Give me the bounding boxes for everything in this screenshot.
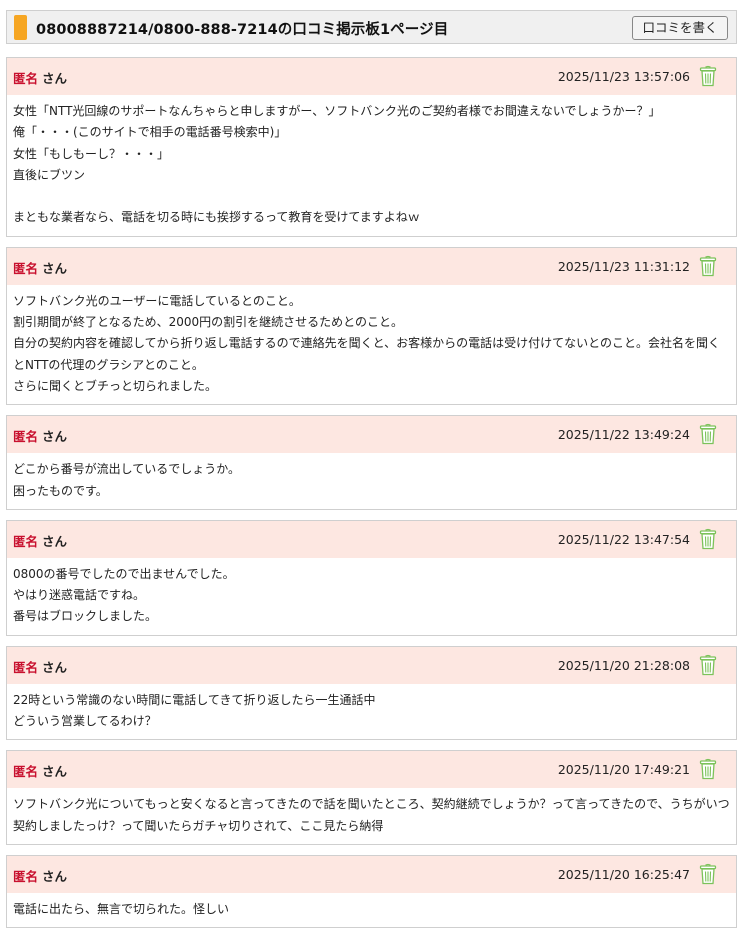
- post-text-line: やはり迷惑電話ですね。: [13, 585, 730, 606]
- post-item: 匿名 さん 2025/11/22 13:47:54 0800の番号でしたので出ま…: [6, 520, 737, 636]
- trash-icon[interactable]: [699, 863, 717, 885]
- post-item: 匿名 さん 2025/11/22 13:49:24 どこから番号が流出しているで…: [6, 415, 737, 510]
- post-text-line: 女性「NTT光回線のサポートなんちゃらと申しますがー、ソフトバンク光のご契約者様…: [13, 101, 730, 122]
- post-list: 匿名 さん 2025/11/23 13:57:06 女性「NTT光回線のサポート…: [6, 57, 737, 938]
- post-text-line: さらに聞くとブチっと切られました。: [13, 376, 730, 397]
- post-header: 匿名 さん 2025/11/22 13:49:24: [7, 416, 736, 453]
- post-text-line: とNTTの代理のグラシアとのこと。: [13, 355, 730, 376]
- post-date: 2025/11/22 13:49:24: [558, 427, 690, 442]
- poster-name: 匿名: [13, 531, 38, 550]
- post-text-line: 女性「もしもーし？・・・」: [13, 144, 730, 165]
- post-text-line: 困ったものです。: [13, 481, 730, 502]
- post-item: 匿名 さん 2025/11/20 21:28:08 22時という常識のない時間に…: [6, 646, 737, 741]
- post-body: ソフトバンク光のユーザーに電話しているとのこと。割引期間が終了となるため、200…: [7, 285, 736, 404]
- poster-name: 匿名: [13, 657, 38, 676]
- post-item: 匿名 さん 2025/11/20 17:49:21 ソフトバンク光についてもっと…: [6, 750, 737, 845]
- poster-honorific: さん: [42, 657, 67, 676]
- post-header: 匿名 さん 2025/11/22 13:47:54: [7, 521, 736, 558]
- post-text-line: 0800の番号でしたので出ませんでした。: [13, 564, 730, 585]
- post-body: 0800の番号でしたので出ませんでした。やはり迷惑電話ですね。番号はブロックしま…: [7, 558, 736, 635]
- post-date: 2025/11/23 13:57:06: [558, 69, 690, 84]
- post-item: 匿名 さん 2025/11/23 13:57:06 女性「NTT光回線のサポート…: [6, 57, 737, 237]
- page-title: 08008887214/0800-888-7214の口コミ掲示板1ページ目: [36, 18, 448, 39]
- post-text-line: 俺「・・・(このサイトで相手の電話番号検索中)」: [13, 122, 730, 143]
- post-header: 匿名 さん 2025/11/23 13:57:06: [7, 58, 736, 95]
- post-text-line: ソフトバンク光についてもっと安くなると言ってきたので話を聞いたところ、契約継続で…: [13, 794, 730, 815]
- post-body: 電話に出たら、無言で切られた。怪しい: [7, 893, 736, 927]
- post-body: どこから番号が流出しているでしょうか。困ったものです。: [7, 453, 736, 509]
- poster-honorific: さん: [42, 68, 67, 87]
- post-body: 女性「NTT光回線のサポートなんちゃらと申しますがー、ソフトバンク光のご契約者様…: [7, 95, 736, 236]
- trash-icon[interactable]: [699, 528, 717, 550]
- poster-honorific: さん: [42, 258, 67, 277]
- post-text-line: ソフトバンク光のユーザーに電話しているとのこと。: [13, 291, 730, 312]
- post-text-line: [13, 186, 730, 207]
- header-accent-bar: [14, 15, 27, 40]
- post-date: 2025/11/20 17:49:21: [558, 762, 690, 777]
- post-text-line: どこから番号が流出しているでしょうか。: [13, 459, 730, 480]
- post-header: 匿名 さん 2025/11/20 21:28:08: [7, 647, 736, 684]
- post-text-line: 契約しましたっけ？って聞いたらガチャ切りされて、ここ見たら納得: [13, 816, 730, 837]
- post-header: 匿名 さん 2025/11/20 16:25:47: [7, 856, 736, 893]
- post-body: ソフトバンク光についてもっと安くなると言ってきたので話を聞いたところ、契約継続で…: [7, 788, 736, 844]
- post-date: 2025/11/22 13:47:54: [558, 532, 690, 547]
- poster-honorific: さん: [42, 866, 67, 885]
- trash-icon[interactable]: [699, 423, 717, 445]
- post-body: 22時という常識のない時間に電話してきて折り返したら一生通話中どういう営業してる…: [7, 684, 736, 740]
- post-text-line: 直後にブツン: [13, 165, 730, 186]
- poster-name: 匿名: [13, 426, 38, 445]
- trash-icon[interactable]: [699, 255, 717, 277]
- post-header: 匿名 さん 2025/11/23 11:31:12: [7, 248, 736, 285]
- post-text-line: 割引期間が終了となるため、2000円の割引を継続させるためとのこと。: [13, 312, 730, 333]
- poster-name: 匿名: [13, 258, 38, 277]
- post-date: 2025/11/23 11:31:12: [558, 259, 690, 274]
- post-date: 2025/11/20 16:25:47: [558, 867, 690, 882]
- post-item: 匿名 さん 2025/11/23 11:31:12 ソフトバンク光のユーザーに電…: [6, 247, 737, 405]
- post-header: 匿名 さん 2025/11/20 17:49:21: [7, 751, 736, 788]
- post-text-line: 電話に出たら、無言で切られた。怪しい: [13, 899, 730, 920]
- post-text-line: どういう営業してるわけ？: [13, 711, 730, 732]
- board-header: 08008887214/0800-888-7214の口コミ掲示板1ページ目 口コ…: [6, 10, 737, 44]
- trash-icon[interactable]: [699, 65, 717, 87]
- poster-name: 匿名: [13, 68, 38, 87]
- post-text-line: 番号はブロックしました。: [13, 606, 730, 627]
- poster-name: 匿名: [13, 761, 38, 780]
- post-text-line: まともな業者なら、電話を切る時にも挨拶するって教育を受けてますよねｗ: [13, 207, 730, 228]
- write-review-button[interactable]: 口コミを書く: [632, 16, 728, 40]
- post-text-line: 22時という常識のない時間に電話してきて折り返したら一生通話中: [13, 690, 730, 711]
- poster-honorific: さん: [42, 761, 67, 780]
- post-text-line: 自分の契約内容を確認してから折り返し電話するので連絡先を聞くと、お客様からの電話…: [13, 333, 730, 354]
- poster-honorific: さん: [42, 531, 67, 550]
- poster-name: 匿名: [13, 866, 38, 885]
- post-item: 匿名 さん 2025/11/20 16:25:47 電話に出たら、無言で切られた…: [6, 855, 737, 928]
- trash-icon[interactable]: [699, 654, 717, 676]
- poster-honorific: さん: [42, 426, 67, 445]
- trash-icon[interactable]: [699, 758, 717, 780]
- post-date: 2025/11/20 21:28:08: [558, 658, 690, 673]
